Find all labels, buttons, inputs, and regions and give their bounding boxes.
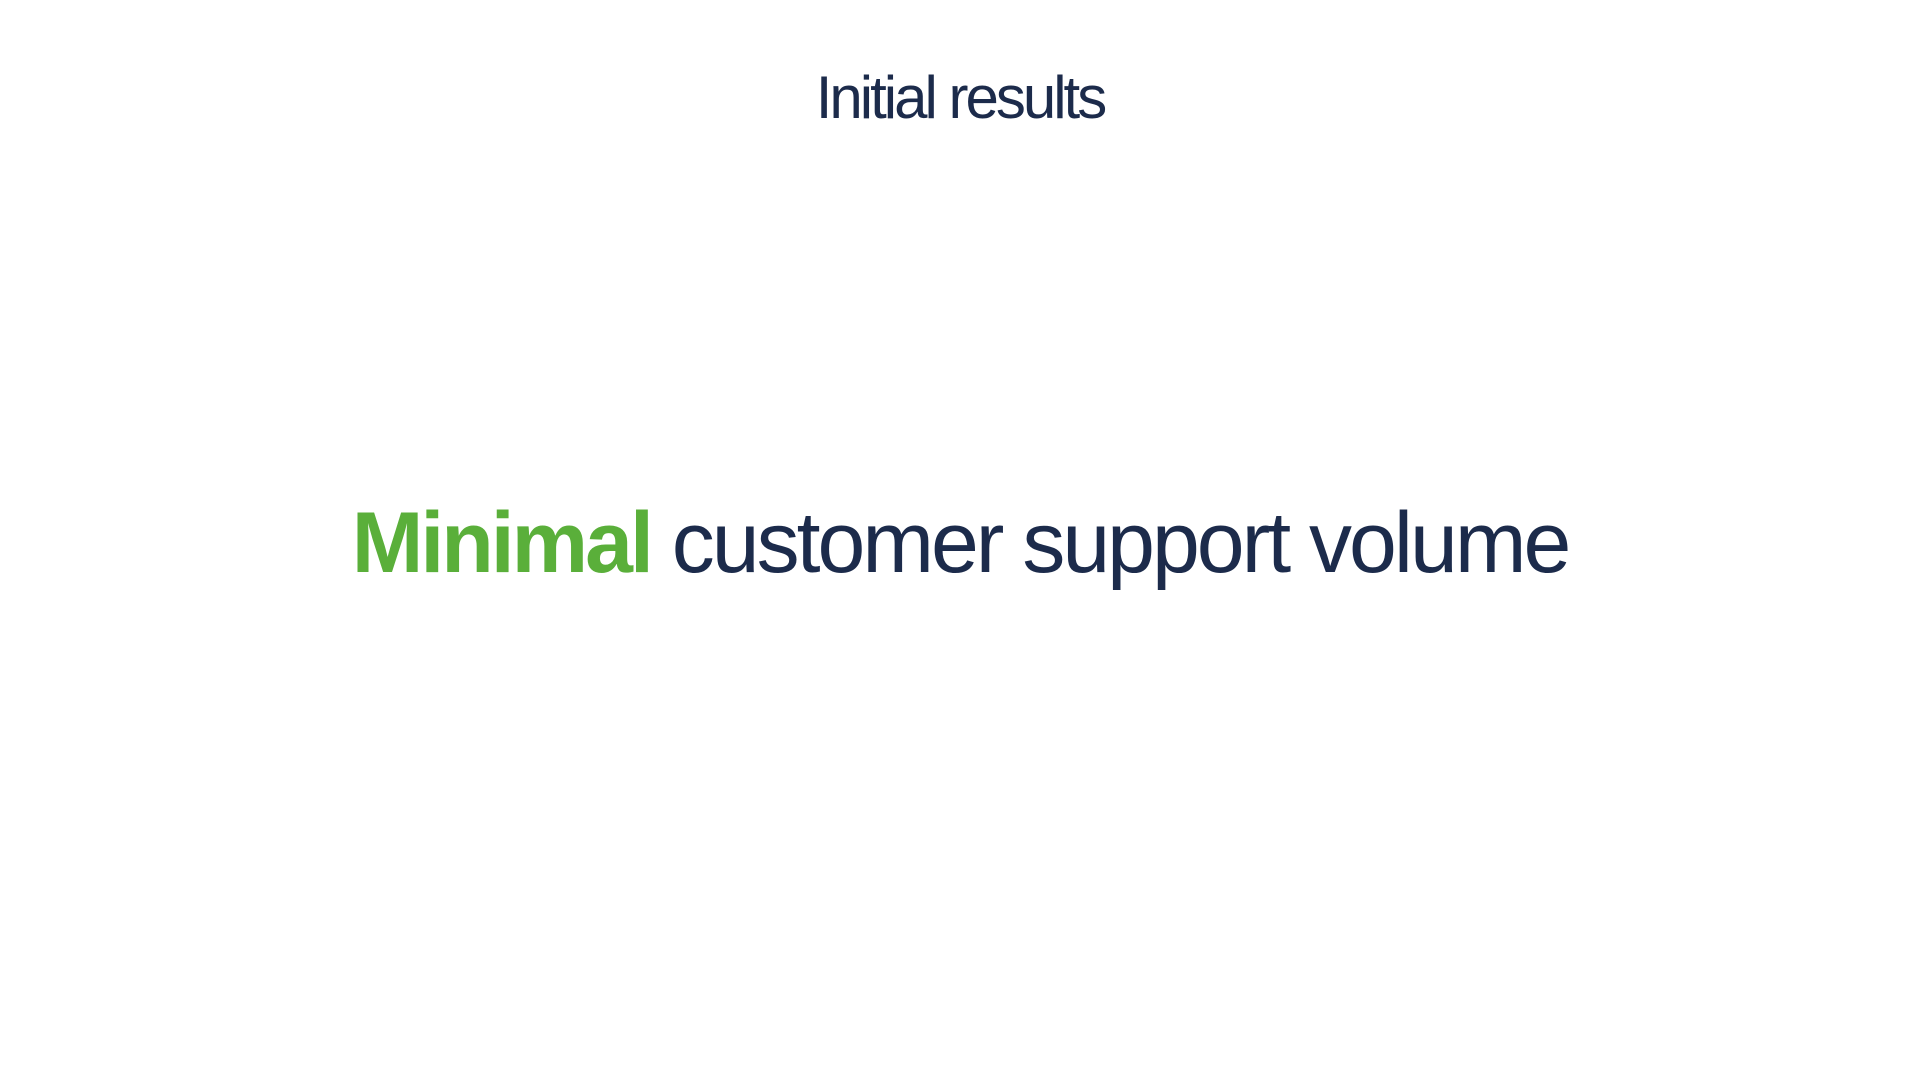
headline-rest-text: customer support volume [671,495,1572,591]
slide-title: Initial results [815,64,1107,131]
headline-accent-word: Minimal [351,495,654,591]
headline: Minimal customer support volume [0,493,1920,593]
slide: Initial results Minimal customer support… [0,0,1920,1080]
